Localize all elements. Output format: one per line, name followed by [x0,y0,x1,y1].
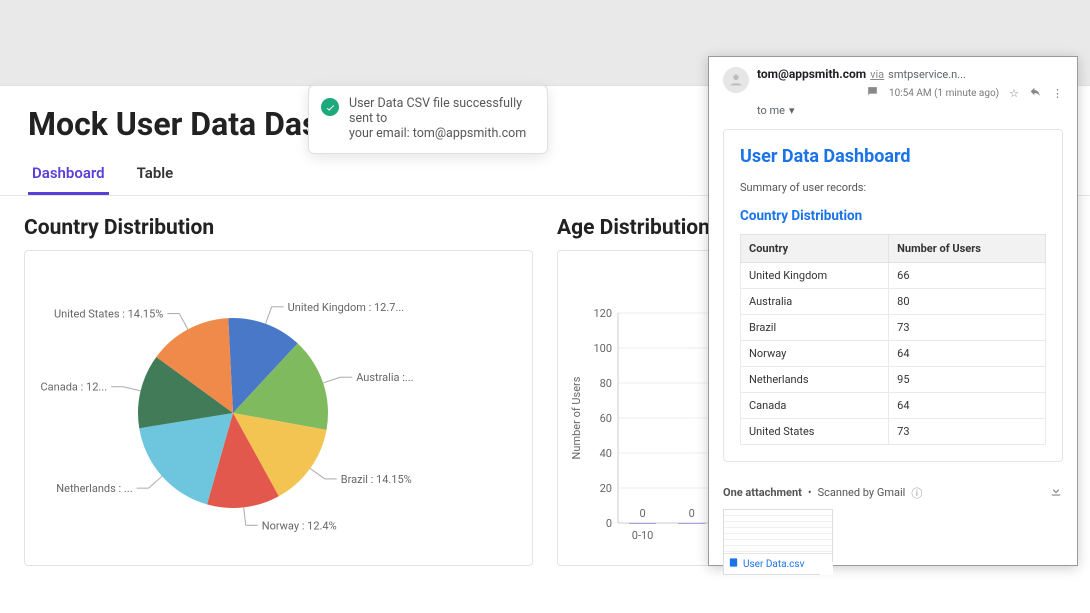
email-to: to me [757,104,785,117]
avatar [723,67,749,93]
toast-line2: your email: tom@appsmith.com [349,126,531,141]
email-title: User Data Dashboard [740,146,1046,167]
pie-label: Australia :... [356,371,413,384]
tab-table[interactable]: Table [133,154,178,195]
pie-chart: United Kingdom : 12.7... Australia :... Br… [33,263,433,553]
attachment-count: One attachment [723,486,802,499]
more-icon[interactable]: ⋮ [1052,87,1063,100]
scanned-label: Scanned by Gmail [818,486,906,499]
svg-text:40: 40 [600,447,612,460]
attachment-thumbnail[interactable]: User Data.csv [723,509,833,575]
table-header: Country [741,235,889,263]
pie-label: Netherlands : ... [56,482,132,495]
pie-label: Brazil : 14.15% [341,473,412,486]
pie-label: United Kingdom : 12.7... [288,301,405,314]
pie-label: Canada : 12... [41,381,108,394]
chat-icon[interactable] [866,85,879,101]
svg-text:0: 0 [639,507,645,520]
email-section-title: Country Distribution [740,208,1046,224]
table-row: Australia80 [741,289,1046,315]
svg-text:100: 100 [593,342,612,355]
email-time: 10:54 AM (1 minute ago) [889,88,999,99]
svg-text:20: 20 [600,482,612,495]
table-row: United Kingdom66 [741,263,1046,289]
table-row: Brazil73 [741,315,1046,341]
email-header: tom@appsmith.com via smtpservice.n... 10… [723,67,1063,117]
attachment-row: One attachment • Scanned by Gmail ⓘ [723,484,1063,501]
toast-line1: User Data CSV file successfully sent to [349,96,531,126]
email-summary: Summary of user records: [740,181,1046,194]
tab-dashboard[interactable]: Dashboard [28,154,109,195]
table-row: Canada64 [741,393,1046,419]
toast-text: User Data CSV file successfully sent to … [349,96,531,141]
email-from: tom@appsmith.com [757,67,866,81]
chevron-down-icon[interactable]: ▾ [789,104,795,117]
table-row: Norway64 [741,341,1046,367]
svg-text:120: 120 [593,307,612,320]
download-all-icon[interactable] [1049,484,1063,501]
success-toast: User Data CSV file successfully sent to … [308,85,548,154]
pie-chart-title: Country Distribution [24,216,533,240]
pie-chart-card: United Kingdom : 12.7... Australia :... Br… [24,250,533,566]
svg-text:0: 0 [689,507,695,520]
table-row: Netherlands95 [741,367,1046,393]
email-via-word: via [870,68,884,81]
table-header: Number of Users [889,235,1046,263]
svg-text:0-10: 0-10 [632,529,654,542]
star-icon[interactable]: ☆ [1009,87,1019,100]
pie-label: Norway : 12.4% [262,519,337,532]
pie-label: United States : 14.15% [54,308,163,321]
email-preview: tom@appsmith.com via smtpservice.n... 10… [708,56,1078,566]
pie-column: Country Distribution United Kingdom : 12… [24,216,533,566]
file-icon [728,557,739,571]
table-row: United States73 [741,419,1046,445]
country-table: CountryNumber of Users United Kingdom66A… [740,234,1046,445]
svg-text:60: 60 [600,412,612,425]
svg-text:80: 80 [600,377,612,390]
svg-text:Number of Users: Number of Users [570,376,583,459]
attachment-filename: User Data.csv [743,559,804,570]
svg-text:0: 0 [606,517,612,530]
email-via-domain: smtpservice.n... [888,68,966,81]
info-icon[interactable]: ⓘ [911,485,922,501]
check-icon [321,98,339,116]
reply-icon[interactable] [1029,85,1042,101]
email-body: User Data Dashboard Summary of user reco… [723,129,1063,462]
